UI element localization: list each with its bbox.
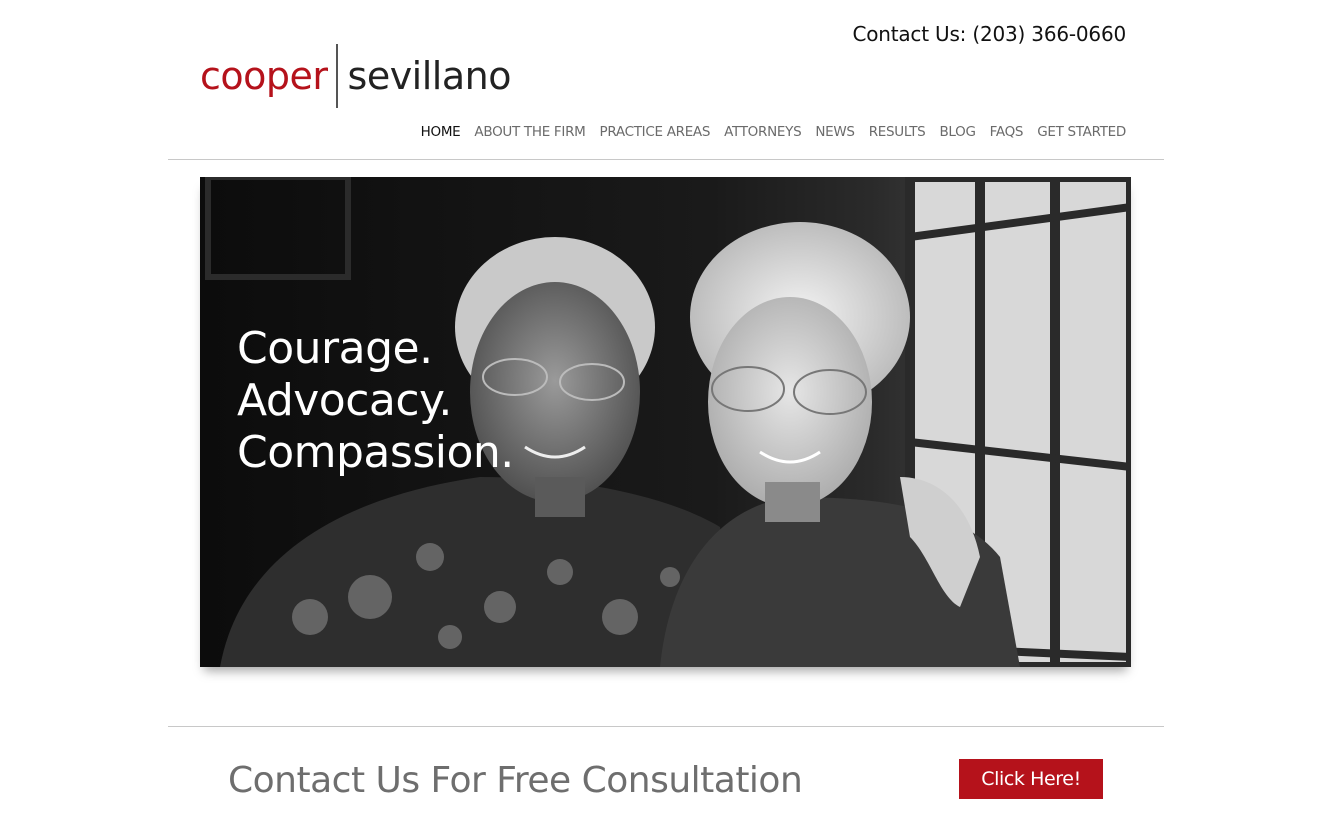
tagline-line-advocacy: Advocacy. (237, 375, 452, 426)
logo-word-sevillano: sevillano (347, 54, 512, 98)
cta-heading: Contact Us For Free Consultation (228, 760, 803, 801)
nav-item-news[interactable]: NEWS (815, 124, 855, 140)
nav-item-get-started[interactable]: GET STARTED (1037, 124, 1126, 140)
header-divider (168, 159, 1164, 160)
tagline-line-courage: Courage. (237, 323, 433, 374)
nav-item-attorneys[interactable]: ATTORNEYS (724, 124, 802, 140)
nav-item-faqs[interactable]: FAQS (990, 124, 1024, 140)
tagline-line-compassion: Compassion. (237, 427, 514, 478)
click-here-button[interactable]: Click Here! (959, 759, 1103, 799)
hero-tagline: Courage. Advocacy. Compassion. (237, 323, 514, 479)
main-nav: HOME ABOUT THE FIRM PRACTICE AREAS ATTOR… (421, 124, 1127, 140)
cta-divider (168, 726, 1164, 727)
site-logo[interactable]: cooper sevillano (200, 44, 511, 108)
hero-banner: Courage. Advocacy. Compassion. (200, 177, 1131, 667)
nav-item-home[interactable]: HOME (421, 124, 461, 140)
nav-item-about-the-firm[interactable]: ABOUT THE FIRM (474, 124, 585, 140)
nav-item-results[interactable]: RESULTS (869, 124, 926, 140)
page: Contact Us: (203) 366-0660 cooper sevill… (0, 0, 1327, 831)
header-contact-phone[interactable]: Contact Us: (203) 366-0660 (852, 22, 1126, 46)
nav-item-blog[interactable]: BLOG (939, 124, 976, 140)
nav-item-practice-areas[interactable]: PRACTICE AREAS (600, 124, 711, 140)
logo-word-cooper: cooper (200, 54, 328, 98)
